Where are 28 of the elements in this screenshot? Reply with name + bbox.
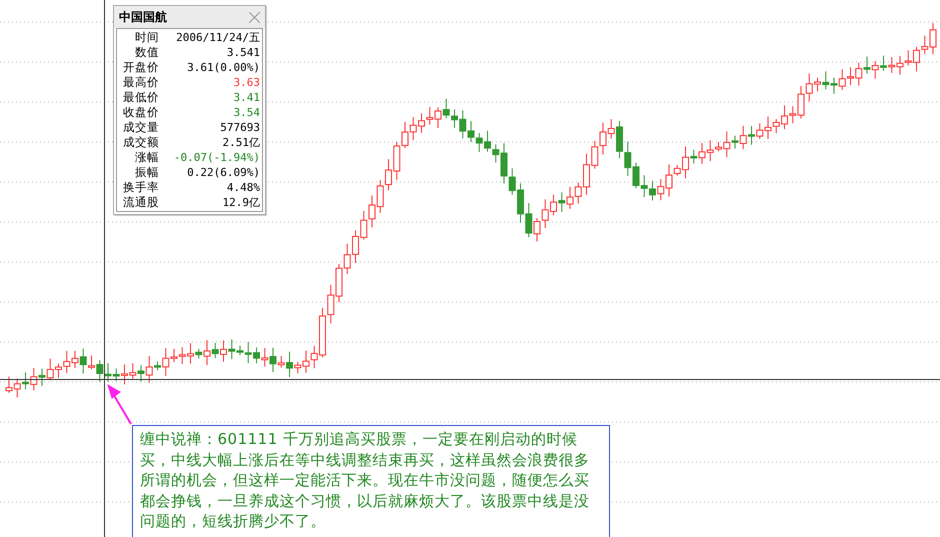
field-label: 时间 [134,30,159,45]
field-label: 开盘价 [122,60,159,75]
pointer-arrow [107,384,132,425]
field-label: 成交量 [122,120,159,135]
field-label: 数值 [134,45,159,60]
field-label: 振幅 [134,165,159,180]
field-label: 流通股 [122,195,159,210]
field-label: 涨幅 [134,150,159,165]
field-value: 0.22(6.09%) [187,166,260,179]
field-value: -0.07(-1.94%) [174,151,260,164]
field-label: 换手率 [122,180,159,195]
field-value: 2006/11/24/五 [176,30,260,45]
field-value: 2.51亿 [222,135,260,150]
field-value: 3.54 [234,106,260,119]
window-title: 中国国航 [119,8,167,26]
field-value: 4.48% [226,181,260,194]
field-value: 12.9亿 [222,195,260,210]
field-value: 3.63 [234,76,260,89]
field-value: 3.61(0.00%) [187,61,260,74]
field-value: 577693 [220,121,260,134]
field-value: 3.41 [234,91,260,104]
field-label: 收盘价 [122,105,159,120]
annotation-text: 缠中说禅：601111 千万别追高买股票，一定要在刚启动的时候买，中线大幅上涨后在等中线调整结束再买，这样虽然会浪费很多所谓的机会，但这样一定能活下来。现在牛市没问题，随便怎么买都会挣钱，一旦养成这个习惯，以后就麻烦大了。该股票中线是没问题的，短线折腾少不了。 [132,425,610,537]
field-label: 最高价 [122,75,159,90]
field-value: 3.541 [226,46,260,59]
close-icon[interactable] [249,12,260,22]
field-label: 最低价 [122,90,159,105]
field-label: 成交额 [122,135,159,150]
